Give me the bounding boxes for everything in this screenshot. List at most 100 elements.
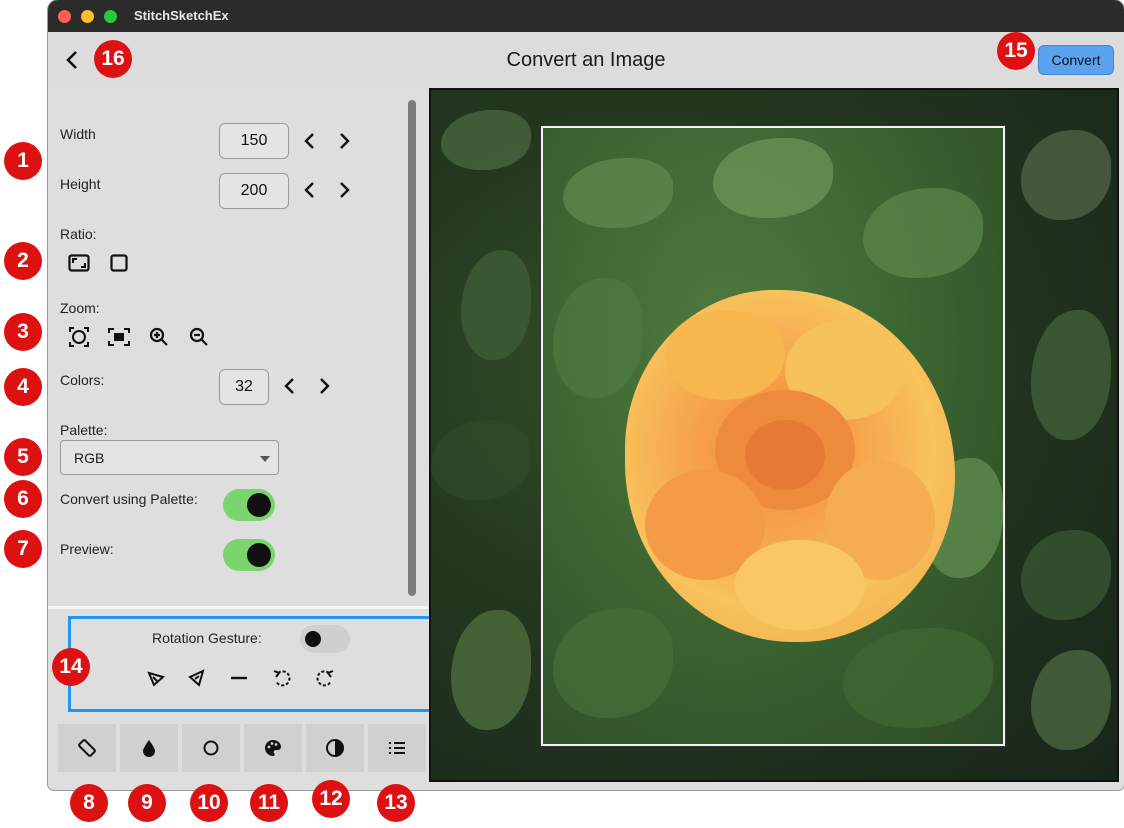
petal-shape: [735, 540, 865, 630]
zoom-fill-button[interactable]: [106, 324, 132, 350]
drop-icon: [143, 740, 155, 757]
petal-shape: [665, 310, 785, 400]
callout-1: 1: [4, 142, 42, 180]
tab-list[interactable]: [368, 724, 426, 772]
fit-width-icon: [108, 328, 130, 346]
leaf-shape: [461, 250, 531, 360]
height-decrease-button[interactable]: [298, 177, 320, 203]
flip-horizontal-button[interactable]: [143, 665, 169, 691]
leaf-shape: [1021, 130, 1111, 220]
palette-select-value: RGB: [74, 449, 105, 466]
flip-left-icon: [147, 671, 166, 687]
crop-frame[interactable]: [541, 126, 1005, 746]
chevron-left-icon: [304, 133, 314, 149]
preview-toggle[interactable]: [223, 539, 275, 571]
chevron-right-icon: [340, 182, 350, 198]
panel-divider: [48, 606, 428, 609]
leaf-shape: [863, 188, 983, 278]
zoom-in-button[interactable]: [146, 324, 172, 350]
palette-select[interactable]: RGB: [60, 440, 279, 475]
width-decrease-button[interactable]: [298, 128, 320, 154]
minimize-window-button[interactable]: [81, 10, 94, 23]
callout-11: 11: [250, 784, 288, 822]
width-input[interactable]: 150: [219, 123, 289, 159]
chevron-left-icon: [304, 182, 314, 198]
height-input[interactable]: 200: [219, 173, 289, 209]
ratio-square-button[interactable]: [106, 250, 132, 276]
fit-screen-icon: [69, 327, 89, 347]
close-window-button[interactable]: [58, 10, 71, 23]
convert-palette-toggle[interactable]: [223, 489, 275, 521]
colors-decrease-button[interactable]: [278, 373, 300, 399]
settings-scrollbar[interactable]: [408, 100, 416, 596]
chevron-right-icon: [320, 378, 330, 394]
toggle-knob: [305, 631, 321, 647]
convert-button[interactable]: Convert: [1038, 45, 1114, 75]
zoom-in-icon: [149, 327, 168, 346]
callout-5: 5: [4, 438, 42, 476]
convert-palette-label: Convert using Palette:: [60, 491, 198, 507]
rotate-right-icon: [316, 670, 334, 687]
width-label: Width: [60, 126, 96, 142]
leaf-shape: [713, 138, 833, 218]
list-icon: [389, 742, 405, 754]
preview-label: Preview:: [60, 541, 114, 557]
colors-increase-button[interactable]: [314, 373, 336, 399]
callout-6: 6: [4, 480, 42, 518]
callout-9: 9: [128, 784, 166, 822]
callout-4: 4: [4, 368, 42, 406]
title-bar: StitchSketchEx: [48, 0, 1124, 32]
zoom-window-button[interactable]: [104, 10, 117, 23]
chevron-left-icon: [284, 378, 294, 394]
rotation-gesture-toggle[interactable]: [300, 625, 350, 653]
square-icon: [110, 254, 128, 272]
callout-16: 16: [94, 40, 132, 78]
leaf-shape: [1021, 530, 1111, 620]
screen-rotation-icon: [78, 739, 96, 757]
zoom-fit-button[interactable]: [66, 324, 92, 350]
leaf-shape: [843, 628, 993, 728]
palette-icon: [265, 740, 281, 756]
zoom-out-button[interactable]: [186, 324, 212, 350]
leaf-shape: [563, 158, 673, 228]
callout-10: 10: [190, 784, 228, 822]
colors-input[interactable]: 32: [219, 369, 269, 405]
callout-15: 15: [997, 32, 1035, 70]
leaf-shape: [431, 420, 531, 500]
leaf-shape: [1031, 310, 1111, 440]
reset-rotation-button[interactable]: [226, 665, 252, 691]
contrast-icon: [326, 739, 344, 757]
app-window: StitchSketchEx Convert an Image Convert …: [48, 0, 1124, 790]
ratio-label: Ratio:: [60, 226, 97, 242]
rotate-left-button[interactable]: [269, 665, 295, 691]
dropdown-arrow-icon: [260, 456, 270, 462]
rotate-left-icon: [273, 670, 291, 687]
tab-contrast[interactable]: [306, 724, 364, 772]
rotation-gesture-label: Rotation Gesture:: [152, 630, 262, 646]
height-label: Height: [60, 176, 101, 192]
callout-8: 8: [70, 784, 108, 822]
tab-rotate[interactable]: [58, 724, 116, 772]
rotation-controls: Rotation Gesture:: [68, 616, 436, 712]
tool-tab-bar: [48, 724, 428, 772]
tab-drop[interactable]: [120, 724, 178, 772]
flip-right-icon: [188, 669, 205, 687]
flip-vertical-button[interactable]: [183, 665, 209, 691]
leaf-shape: [451, 610, 531, 730]
page-title: Convert an Image: [506, 49, 666, 71]
leaf-shape: [441, 110, 531, 170]
callout-13: 13: [377, 784, 415, 822]
ratio-free-button[interactable]: [66, 250, 92, 276]
rose-image: [625, 290, 955, 642]
callout-12: 12: [312, 780, 350, 818]
aspect-ratio-icon: [68, 254, 90, 272]
callout-7: 7: [4, 530, 42, 568]
height-increase-button[interactable]: [334, 177, 356, 203]
image-preview[interactable]: [429, 88, 1119, 782]
tab-palette[interactable]: [244, 724, 302, 772]
tab-circle[interactable]: [182, 724, 240, 772]
circle-icon: [203, 740, 219, 756]
palette-label: Palette:: [60, 422, 108, 438]
width-increase-button[interactable]: [334, 128, 356, 154]
rotate-right-button[interactable]: [312, 665, 338, 691]
